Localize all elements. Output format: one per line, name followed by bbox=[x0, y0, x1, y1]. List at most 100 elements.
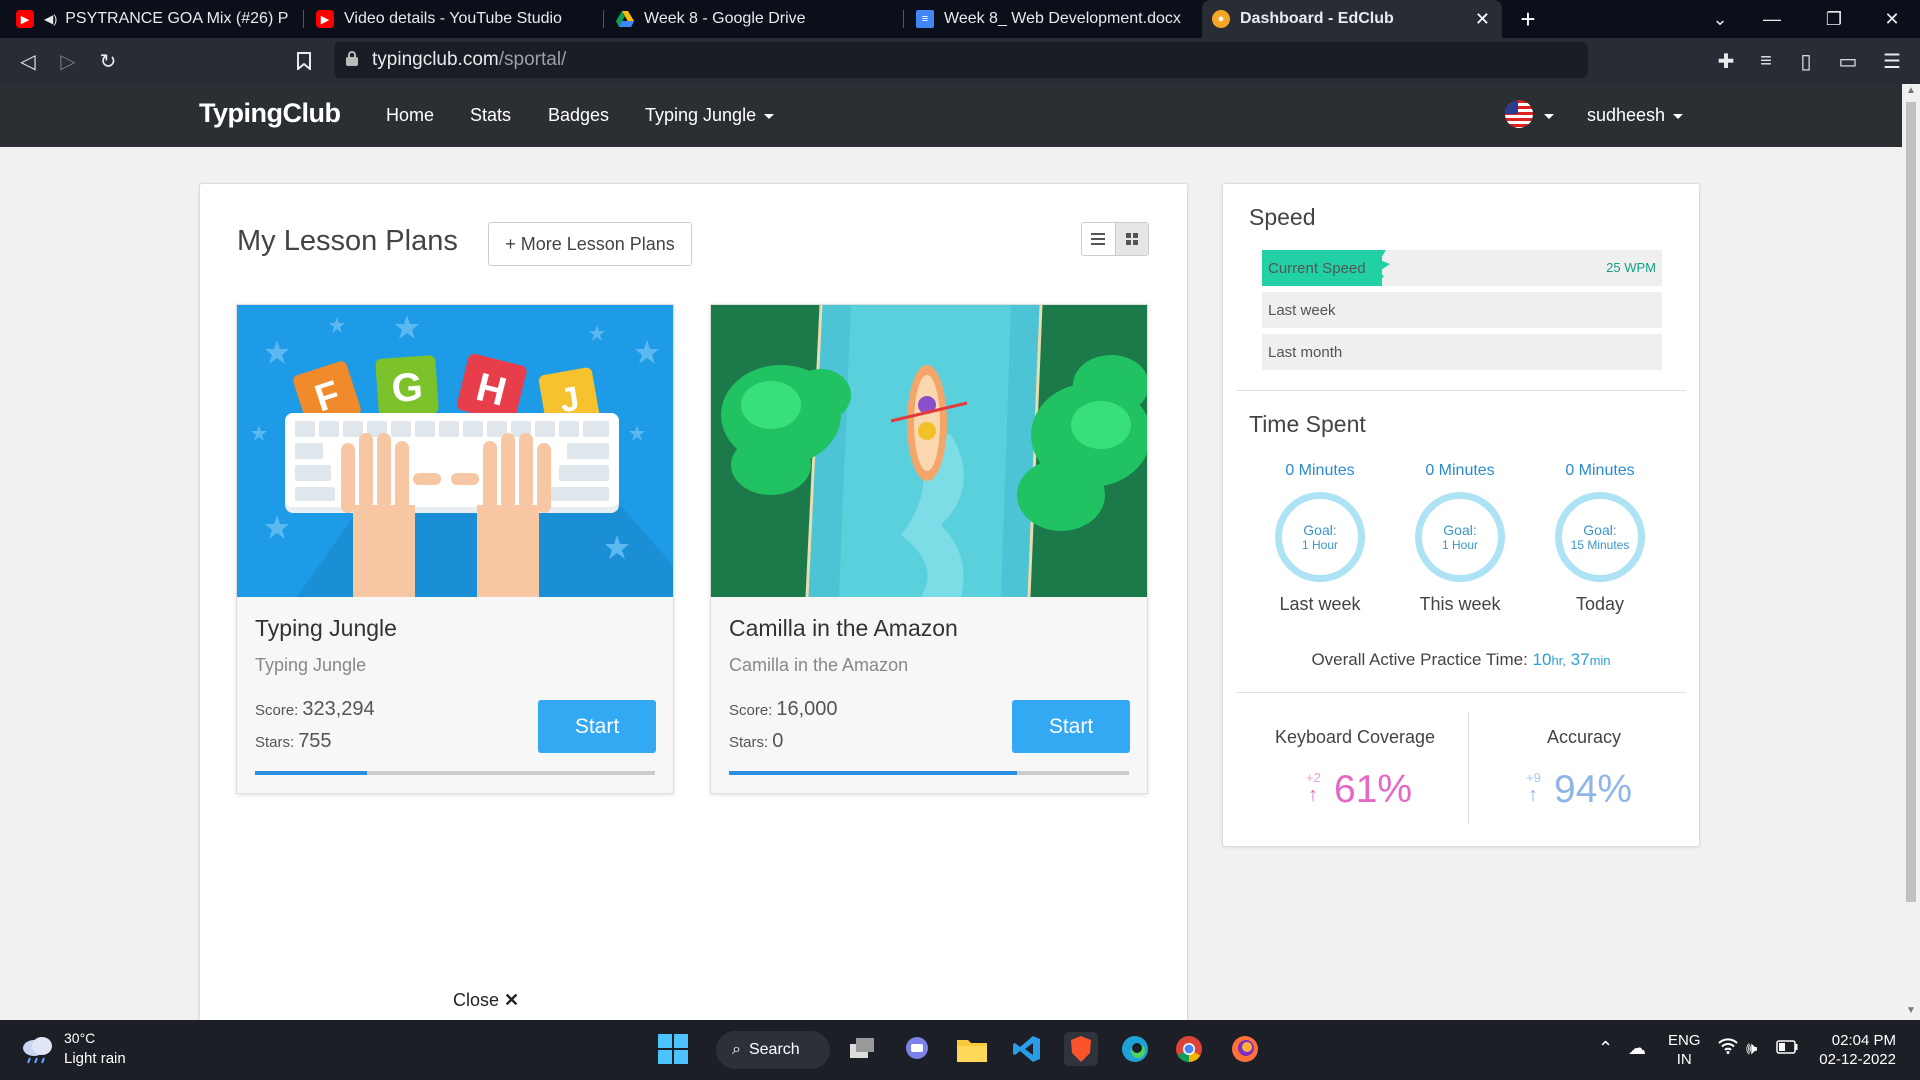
keyboard-coverage-value: 61% bbox=[1334, 768, 1413, 811]
keyboard-coverage-delta: +2 bbox=[1306, 770, 1321, 785]
scroll-down-icon[interactable]: ▼ bbox=[1906, 1006, 1916, 1016]
speaker-icon[interactable]: ◀) bbox=[44, 12, 57, 26]
bookmark-icon[interactable] bbox=[288, 46, 320, 76]
card-title[interactable]: Camilla in the Amazon bbox=[729, 615, 958, 642]
card-score: Score: 16,000 bbox=[729, 698, 838, 720]
goal-ring: Goal: 1 Hour bbox=[1275, 492, 1365, 582]
system-clock[interactable]: 02:04 PM 02-12-2022 bbox=[1806, 1031, 1896, 1069]
reload-icon[interactable]: ↻ bbox=[92, 46, 124, 76]
onedrive-cloud-icon[interactable]: ☁ bbox=[1628, 1038, 1646, 1059]
start-button[interactable]: Start bbox=[538, 700, 656, 753]
lock-icon bbox=[346, 51, 358, 67]
browser-tab-bar: ▶ ◀) PSYTRANCE GOA Mix (#26) Psytrance ▶… bbox=[0, 0, 1920, 38]
windows-start-icon[interactable] bbox=[656, 1032, 690, 1066]
brave-browser-icon[interactable] bbox=[1064, 1032, 1098, 1066]
accuracy-label: Accuracy bbox=[1546, 727, 1622, 747]
browser-tab[interactable]: ▶ Video details - YouTube Studio bbox=[306, 0, 596, 38]
card-subtitle: Typing Jungle bbox=[255, 655, 367, 675]
youtube-icon: ▶ bbox=[16, 10, 34, 28]
browser-tab-active[interactable]: ● Dashboard - EdClub ✕ bbox=[1202, 0, 1502, 38]
weather-temperature[interactable]: 30°C bbox=[64, 1030, 95, 1046]
camilla-amazon-illustration[interactable] bbox=[711, 305, 1147, 597]
sidebar-icon[interactable]: ▯ bbox=[1790, 46, 1822, 76]
task-view-icon[interactable] bbox=[846, 1032, 880, 1066]
teams-chat-icon[interactable] bbox=[900, 1032, 934, 1066]
new-tab-button[interactable]: + bbox=[1508, 0, 1548, 38]
speed-row-current: Current Speed 25 WPM bbox=[1262, 250, 1662, 286]
cloud-rain-icon[interactable] bbox=[20, 1034, 54, 1069]
lesson-card[interactable]: Camilla in the Amazon Camilla in the Ama… bbox=[710, 304, 1148, 794]
forward-icon[interactable]: ▷ bbox=[52, 46, 84, 76]
close-icon: ✕ bbox=[504, 990, 520, 1010]
input-language[interactable]: ENG IN bbox=[1668, 1031, 1701, 1069]
brand-logo[interactable]: TypingClub bbox=[199, 98, 341, 129]
site-navbar: TypingClub Home Stats Badges Typing Jung… bbox=[0, 84, 1902, 147]
speed-title: Speed bbox=[1249, 204, 1316, 230]
menu-icon[interactable]: ☰ bbox=[1876, 46, 1908, 76]
grid-view-icon[interactable] bbox=[1114, 223, 1148, 255]
taskbar-search[interactable]: ⌕ Search bbox=[716, 1031, 830, 1069]
browser-tab[interactable]: ▶ ◀) PSYTRANCE GOA Mix (#26) Psytrance bbox=[6, 0, 298, 38]
chevron-up-icon[interactable]: ⌃ bbox=[1598, 1038, 1613, 1059]
playlist-icon[interactable]: ≡ bbox=[1750, 46, 1782, 76]
language-dropdown[interactable] bbox=[1536, 105, 1554, 126]
minimize-button[interactable]: — bbox=[1746, 0, 1798, 38]
page-scrollbar[interactable]: ▲ ▼ bbox=[1902, 84, 1920, 1020]
weather-condition[interactable]: Light rain bbox=[64, 1050, 126, 1067]
url-text[interactable]: typingclub.com/sportal/ bbox=[372, 49, 566, 71]
scroll-up-icon[interactable]: ▲ bbox=[1906, 86, 1916, 96]
nav-home[interactable]: Home bbox=[386, 105, 434, 126]
arrow-up-icon: ↑ bbox=[1308, 784, 1318, 806]
chevron-down-icon bbox=[1544, 113, 1554, 119]
back-icon[interactable]: ◁ bbox=[12, 46, 44, 76]
google-docs-icon: ≡ bbox=[916, 10, 934, 28]
browser-tab[interactable]: Week 8 - Google Drive bbox=[606, 0, 896, 38]
search-icon: ⌕ bbox=[732, 1041, 741, 1058]
google-drive-icon bbox=[616, 10, 634, 28]
wallet-icon[interactable]: ▭ bbox=[1832, 46, 1864, 76]
close-link[interactable]: Close ✕ bbox=[453, 990, 519, 1011]
chevron-down-icon bbox=[764, 113, 775, 119]
battery-icon[interactable] bbox=[1776, 1038, 1798, 1059]
divider bbox=[1236, 390, 1686, 391]
list-view-icon[interactable] bbox=[1082, 223, 1115, 255]
vscode-icon[interactable] bbox=[1010, 1032, 1044, 1066]
close-window-button[interactable]: ✕ bbox=[1866, 0, 1918, 38]
nav-stats[interactable]: Stats bbox=[470, 105, 511, 126]
close-tab-icon[interactable]: ✕ bbox=[1475, 9, 1490, 30]
us-flag-icon[interactable] bbox=[1505, 100, 1533, 128]
time-period-last-week: 0 Minutes Goal: 1 Hour Last week bbox=[1250, 462, 1390, 615]
card-subtitle: Camilla in the Amazon bbox=[729, 655, 909, 675]
edge-icon[interactable] bbox=[1118, 1032, 1152, 1066]
wifi-icon[interactable] bbox=[1718, 1038, 1738, 1059]
firefox-icon[interactable] bbox=[1228, 1032, 1262, 1066]
speed-row-last-week: Last week bbox=[1262, 292, 1662, 328]
overall-practice-time: Overall Active Practice Time: 10hr, 37mi… bbox=[1311, 650, 1611, 669]
card-stars: Stars: 0 bbox=[729, 730, 784, 752]
tab-search-chevron-icon[interactable]: ⌄ bbox=[1694, 0, 1746, 38]
time-period-this-week: 0 Minutes Goal: 1 Hour This week bbox=[1390, 462, 1530, 615]
restore-button[interactable]: ❐ bbox=[1808, 0, 1860, 38]
chrome-icon[interactable] bbox=[1172, 1032, 1206, 1066]
goal-ring: Goal: 1 Hour bbox=[1415, 492, 1505, 582]
keyboard-coverage-label: Keyboard Coverage bbox=[1274, 727, 1436, 747]
time-spent-title: Time Spent bbox=[1249, 411, 1366, 437]
card-stars: Stars: 755 bbox=[255, 730, 332, 752]
svg-text:G: G bbox=[390, 365, 424, 411]
card-title[interactable]: Typing Jungle bbox=[255, 615, 397, 642]
more-lesson-plans-button[interactable]: + More Lesson Plans bbox=[488, 222, 692, 266]
start-button[interactable]: Start bbox=[1012, 700, 1130, 753]
edclub-icon: ● bbox=[1212, 10, 1230, 28]
arrow-up-icon: ↑ bbox=[1528, 784, 1538, 806]
nav-badges[interactable]: Badges bbox=[548, 105, 609, 126]
card-score: Score: 323,294 bbox=[255, 698, 375, 720]
user-menu[interactable]: sudheesh bbox=[1587, 105, 1684, 126]
volume-icon[interactable]: 🕪 bbox=[1746, 1038, 1757, 1059]
nav-typing-jungle[interactable]: Typing Jungle bbox=[645, 105, 775, 126]
file-explorer-icon[interactable] bbox=[955, 1032, 989, 1066]
lesson-card[interactable]: F G H J Typing Jungle Typing Jungle Scor… bbox=[236, 304, 674, 794]
browser-tab[interactable]: ≡ Week 8_ Web Development.docx - Google … bbox=[906, 0, 1196, 38]
typing-jungle-illustration[interactable]: F G H J bbox=[237, 305, 673, 597]
scroll-thumb[interactable] bbox=[1906, 102, 1916, 902]
extensions-icon[interactable]: ✚ bbox=[1710, 46, 1742, 76]
